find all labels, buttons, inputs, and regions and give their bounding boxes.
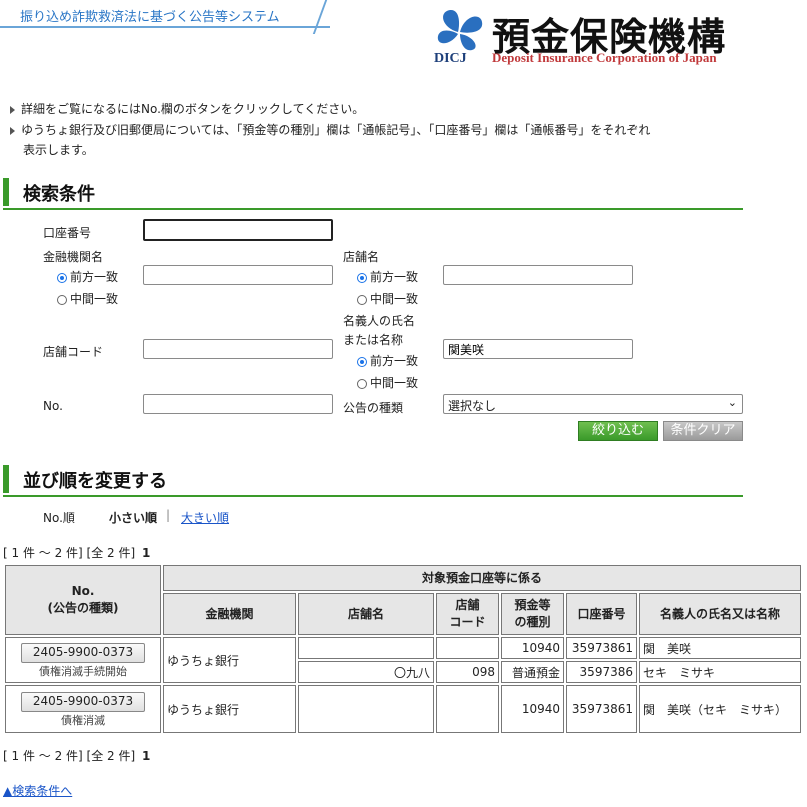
row1-bank: ゆうちょ銀行: [163, 637, 296, 683]
holder-prefix-radio[interactable]: 前方一致: [357, 352, 418, 369]
paging-current: 1: [141, 546, 151, 560]
radio-checked-icon: [357, 272, 367, 283]
radio-checked-icon: [357, 356, 367, 367]
paging-bottom: [ 1 件 ～ 2 件] [全 2 件] 1: [3, 747, 150, 764]
branch-name-input[interactable]: [443, 265, 633, 285]
sort-asc-current: 小さい順: [109, 511, 158, 525]
section-bar: [3, 178, 9, 206]
row2-type: 10940: [501, 685, 564, 733]
header-branch-code: 店舗 コード: [436, 593, 499, 635]
logo-en-text: Deposit Insurance Corporation of Japan: [492, 50, 717, 65]
row1-no-cell: 2405-9900-0373 債権消滅手続開始: [5, 637, 161, 683]
no-input[interactable]: [143, 394, 333, 414]
clear-button[interactable]: 条件クリア: [663, 421, 743, 441]
bank-prefix-radio[interactable]: 前方一致: [57, 268, 118, 285]
holder-name-input[interactable]: [443, 339, 633, 359]
search-section-title: 検索条件: [23, 184, 95, 205]
paging-range: [ 1 件 ～ 2 件] [全 2 件]: [3, 749, 136, 763]
sort-field-label: No.順: [43, 511, 75, 525]
sort-desc-link[interactable]: 大きい順: [181, 509, 229, 526]
row1b-code: 098: [436, 661, 499, 683]
section-bar: [3, 465, 9, 493]
back-to-search-link[interactable]: ▲検索条件へ: [3, 782, 72, 799]
row1b-account: 3597386: [566, 661, 637, 683]
bank-label: 金融機関名: [43, 250, 104, 264]
chevron-down-icon: ⌄: [727, 396, 737, 409]
header-branch: 店舗名: [298, 593, 434, 635]
branch-code-input[interactable]: [143, 339, 333, 359]
header-no: No. (公告の種類): [5, 565, 161, 635]
row1-detail-button[interactable]: 2405-9900-0373: [21, 643, 145, 663]
row2-holder: 関 美咲（セキ ミサキ）: [639, 685, 801, 733]
paging-current: 1: [141, 749, 151, 763]
paging-top: [ 1 件 ～ 2 件] [全 2 件] 1: [3, 544, 150, 561]
no-label: No.: [43, 399, 63, 413]
row1-category: 債権消滅手続開始: [39, 665, 127, 678]
row1b-type: 普通預金: [501, 661, 564, 683]
note-2-continued: 表示します。: [23, 143, 94, 157]
radio-checked-icon: [57, 272, 67, 283]
radio-unchecked-icon: [357, 294, 367, 305]
row1a-account: 35973861: [566, 637, 637, 659]
sort-separator: |: [166, 508, 171, 522]
row2-no-cell: 2405-9900-0373 債権消滅: [5, 685, 161, 733]
table-row: 2405-9900-0373 債権消滅手続開始 ゆうちょ銀行 10940 359…: [5, 637, 801, 683]
holder-label-line2: または名称: [343, 333, 404, 347]
header-group: 対象預金口座等に係る: [163, 565, 801, 591]
header-bank: 金融機関: [163, 593, 296, 635]
row2-code: [436, 685, 499, 733]
header-deposit-type: 預金等 の種別: [501, 593, 564, 635]
bullet-triangle-icon: [10, 126, 15, 135]
notice-type-select[interactable]: 選択なし ⌄: [443, 394, 743, 414]
paging-range: [ 1 件 ～ 2 件] [全 2 件]: [3, 546, 136, 560]
bank-middle-radio[interactable]: 中間一致: [57, 290, 118, 307]
holder-middle-radio[interactable]: 中間一致: [357, 374, 418, 391]
branch-label: 店舗名: [343, 250, 380, 264]
branch-middle-radio[interactable]: 中間一致: [357, 290, 418, 307]
row2-account: 35973861: [566, 685, 637, 733]
holder-label-line1: 名義人の氏名: [343, 314, 416, 328]
account-number-input[interactable]: [143, 219, 333, 241]
dicj-logo: DICJ 預金保険機構 Deposit Insurance Corporatio…: [430, 6, 750, 68]
results-table: No. (公告の種類) 対象預金口座等に係る 金融機関 店舗名 店舗 コード 預金等…: [3, 563, 803, 735]
header-account: 口座番号: [566, 593, 637, 635]
sort-section-header: 並び順を変更する: [3, 463, 743, 497]
row2-detail-button[interactable]: 2405-9900-0373: [21, 692, 145, 712]
account-label: 口座番号: [43, 226, 92, 240]
branch-code-label: 店舗コード: [43, 345, 104, 359]
row2-category: 債権消滅: [61, 714, 105, 727]
row1b-holder: セキ ミサキ: [639, 661, 801, 683]
note-1: 詳細をご覧になるにはNo.欄のボタンをクリックしてください。: [10, 100, 364, 117]
bullet-triangle-icon: [10, 105, 15, 114]
sort-section-title: 並び順を変更する: [23, 471, 167, 492]
row1a-code: [436, 637, 499, 659]
row2-bank: ゆうちょ銀行: [163, 685, 296, 733]
radio-unchecked-icon: [57, 294, 67, 305]
logo-abbr: DICJ: [434, 51, 467, 64]
radio-unchecked-icon: [357, 378, 367, 389]
filter-button[interactable]: 絞り込む: [578, 421, 658, 441]
notice-type-selected: 選択なし: [448, 399, 497, 413]
row1a-holder: 関 美咲: [639, 637, 801, 659]
row1a-type: 10940: [501, 637, 564, 659]
header-holder: 名義人の氏名又は名称: [639, 593, 801, 635]
row2-branch: [298, 685, 434, 733]
note-2: ゆうちょ銀行及び旧郵便局については、「預金等の種別」欄は「通帳記号」、「口座番号…: [10, 121, 650, 138]
branch-prefix-radio[interactable]: 前方一致: [357, 268, 418, 285]
search-section-header: 検索条件: [3, 176, 743, 210]
notice-type-label: 公告の種類: [343, 401, 404, 415]
row1a-branch: [298, 637, 434, 659]
row1b-branch: 〇九八: [298, 661, 434, 683]
table-row: 2405-9900-0373 債権消滅 ゆうちょ銀行 10940 3597386…: [5, 685, 801, 733]
dicj-logo-icon: DICJ: [434, 9, 483, 64]
bank-name-input[interactable]: [143, 265, 333, 285]
system-name: 振り込め詐欺救済法に基づく公告等システム: [20, 10, 280, 25]
